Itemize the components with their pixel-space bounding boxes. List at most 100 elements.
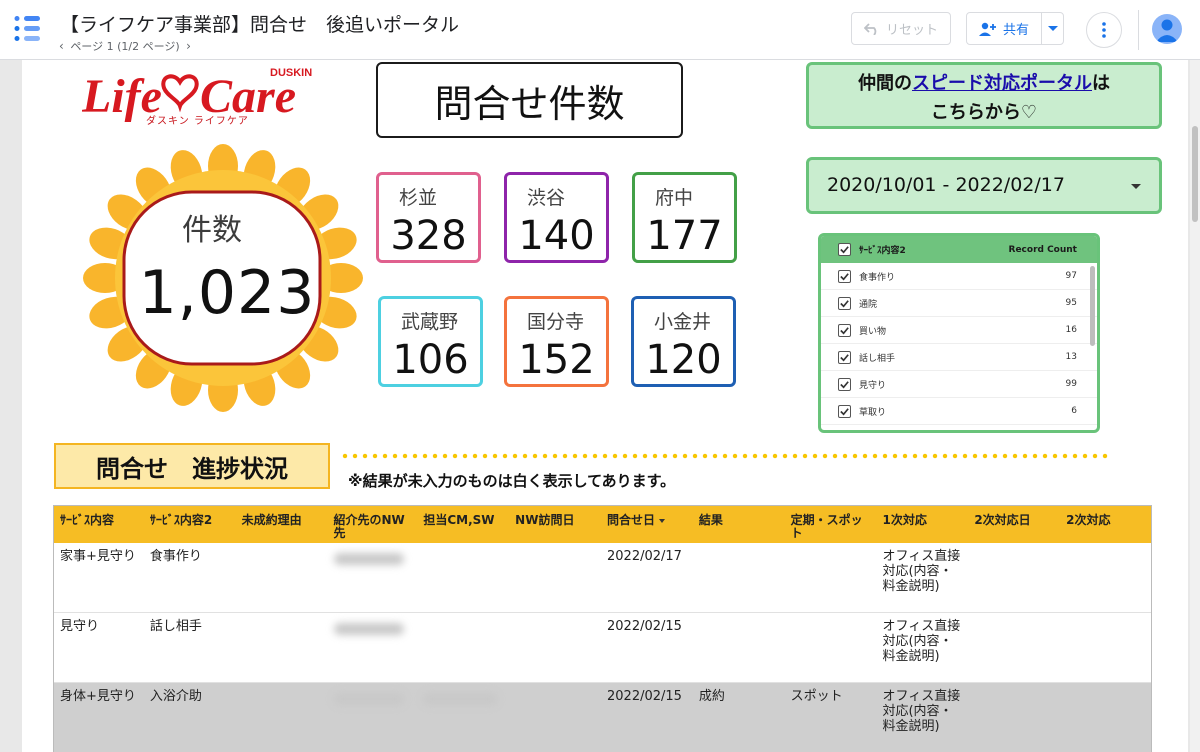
reset-label: リセット	[885, 23, 938, 38]
avatar[interactable]	[1152, 14, 1182, 44]
add-person-icon	[979, 22, 996, 36]
undo-icon	[863, 22, 877, 35]
item-checkbox[interactable]	[838, 269, 851, 283]
item-label: 草取り	[859, 407, 887, 418]
date-range-value: 2020/10/01 - 2022/02/17	[827, 174, 1065, 196]
column-header[interactable]: ｻｰﾋﾞｽ内容2	[143, 506, 236, 543]
table-cell	[236, 543, 328, 612]
share-dropdown[interactable]	[1041, 13, 1063, 44]
service-filter-item[interactable]: 食事作り 97	[821, 263, 1097, 290]
column-header-label: 問合せ日	[607, 513, 656, 527]
item-checkbox[interactable]	[838, 377, 851, 391]
column-header[interactable]: 紹介先のNW先	[327, 506, 418, 543]
area-name: 国分寺	[527, 311, 585, 333]
table-cell: 成約	[698, 689, 725, 704]
item-label: 買い物	[859, 326, 887, 337]
column-header[interactable]: 2次対応日	[968, 506, 1061, 543]
table-cell	[328, 613, 418, 682]
column-header[interactable]: 2次対応	[1060, 506, 1151, 543]
table-cell	[968, 543, 1060, 612]
table-cell: オフィス直接対応(内容・料金説明)	[882, 549, 961, 594]
area-card-suginami: 杉並 328	[376, 172, 481, 263]
column-header[interactable]: NW訪問日	[509, 506, 601, 543]
service-filter-item[interactable]: 通院 95	[821, 290, 1097, 317]
column-header[interactable]: 1次対応	[876, 506, 969, 543]
filter-scrollbar[interactable]	[1090, 266, 1095, 346]
column-header[interactable]: ｻｰﾋﾞｽ内容	[54, 506, 144, 543]
chevron-left-icon[interactable]: ‹	[56, 39, 67, 53]
data-studio-logo-icon[interactable]	[14, 16, 40, 42]
section-title: 問合せ 進捗状況	[54, 443, 330, 489]
table-cell	[328, 683, 418, 752]
service-filter-header[interactable]: ｻｰﾋﾞｽ内容2 Record Count	[821, 236, 1097, 263]
table-cell	[1060, 613, 1151, 682]
dropdown-arrow-icon	[1131, 184, 1141, 189]
column-header-label: 結果	[698, 513, 723, 527]
table-row[interactable]: 家事+見守り 食事作り 2022/02/17 オフィス直接対応(内容・料金説明)	[54, 543, 1151, 613]
column-header[interactable]: 未成約理由	[235, 506, 328, 543]
check-icon	[840, 380, 849, 388]
share-button[interactable]: 共有	[966, 12, 1064, 45]
table-cell	[509, 683, 601, 752]
area-name: 武蔵野	[401, 311, 459, 333]
caret-down-icon	[1047, 25, 1058, 31]
report-title[interactable]: 【ライフケア事業部】問合せ 後追いポータル	[60, 10, 459, 37]
area-card-kokubunji: 国分寺 152	[504, 296, 609, 387]
check-icon	[840, 407, 849, 415]
area-name: 渋谷	[527, 187, 566, 209]
column-header-label: 未成約理由	[241, 513, 302, 527]
column-header-label: ｻｰﾋﾞｽ内容	[60, 513, 115, 527]
select-all-checkbox[interactable]	[838, 243, 851, 256]
item-checkbox[interactable]	[838, 404, 851, 418]
table-cell	[417, 613, 509, 682]
reset-button[interactable]: リセット	[851, 12, 951, 45]
section-note: ※結果が未入力のものは白く表示してあります。	[348, 472, 676, 490]
table-cell	[509, 543, 601, 612]
filter-header-label: ｻｰﾋﾞｽ内容2	[859, 246, 906, 256]
date-range-picker[interactable]: 2020/10/01 - 2022/02/17	[806, 157, 1162, 214]
item-count: 6	[1071, 406, 1077, 416]
column-header[interactable]: 担当CM,SW	[417, 506, 510, 543]
share-main[interactable]: 共有	[967, 13, 1041, 44]
more-vert-icon	[1102, 22, 1106, 38]
page-info[interactable]: ページ 1 (1/2 ページ)	[70, 38, 179, 54]
service-filter-item[interactable]: 見守り 99	[821, 371, 1097, 398]
chevron-right-icon[interactable]: ›	[183, 39, 194, 53]
table-row[interactable]: 見守り 話し相手 2022/02/15 オフィス直接対応(内容・料金説明)	[54, 613, 1151, 683]
scrollbar-thumb[interactable]	[1192, 126, 1198, 222]
item-label: 食事作り	[859, 272, 896, 283]
service-filter-item[interactable]: 草取り 6	[821, 398, 1097, 425]
column-header-label: 2次対応日	[974, 513, 1031, 527]
table-cell	[328, 543, 418, 612]
column-header[interactable]: 結果	[692, 506, 785, 543]
page-scrollbar[interactable]	[1190, 60, 1200, 752]
table-cell	[968, 683, 1060, 752]
check-icon	[840, 299, 849, 307]
speed-portal-link[interactable]: スピード対応ポータル	[912, 73, 1092, 94]
column-header[interactable]: 問合せ日	[601, 506, 693, 543]
speed-portal-link-box[interactable]: 仲間のスピード対応ポータルは こちらから♡	[806, 62, 1162, 129]
area-card-fuchu: 府中 177	[632, 172, 737, 263]
dotted-divider	[340, 453, 1110, 459]
table-cell	[785, 543, 877, 612]
area-card-musashino: 武蔵野 106	[378, 296, 483, 387]
item-checkbox[interactable]	[838, 296, 851, 310]
column-header[interactable]: 定期・スポット	[784, 506, 877, 543]
service-filter-item[interactable]: 話し相手 13	[821, 344, 1097, 371]
service-filter-rows: 食事作り 97 通院 95 買い物 16 話し相手 13 見守り 99 草取り 6	[821, 263, 1097, 425]
table-cell	[417, 683, 509, 752]
sort-desc-icon[interactable]	[659, 518, 666, 523]
area-count: 328	[390, 213, 467, 259]
table-cell	[693, 613, 785, 682]
table-cell: 入浴介助	[149, 689, 202, 704]
column-header-label: 2次対応	[1066, 513, 1111, 527]
area-card-koganei: 小金井 120	[631, 296, 736, 387]
more-options-button[interactable]	[1086, 12, 1122, 48]
check-icon	[840, 246, 849, 254]
item-label: 通院	[859, 299, 878, 310]
item-checkbox[interactable]	[838, 323, 851, 337]
table-row[interactable]: 身体+見守り 入浴介助 2022/02/15 成約 スポット オフィス直接対応(内容・料金…	[54, 683, 1151, 752]
item-checkbox[interactable]	[838, 350, 851, 364]
service-filter-item[interactable]: 買い物 16	[821, 317, 1097, 344]
redacted-value	[423, 693, 498, 705]
